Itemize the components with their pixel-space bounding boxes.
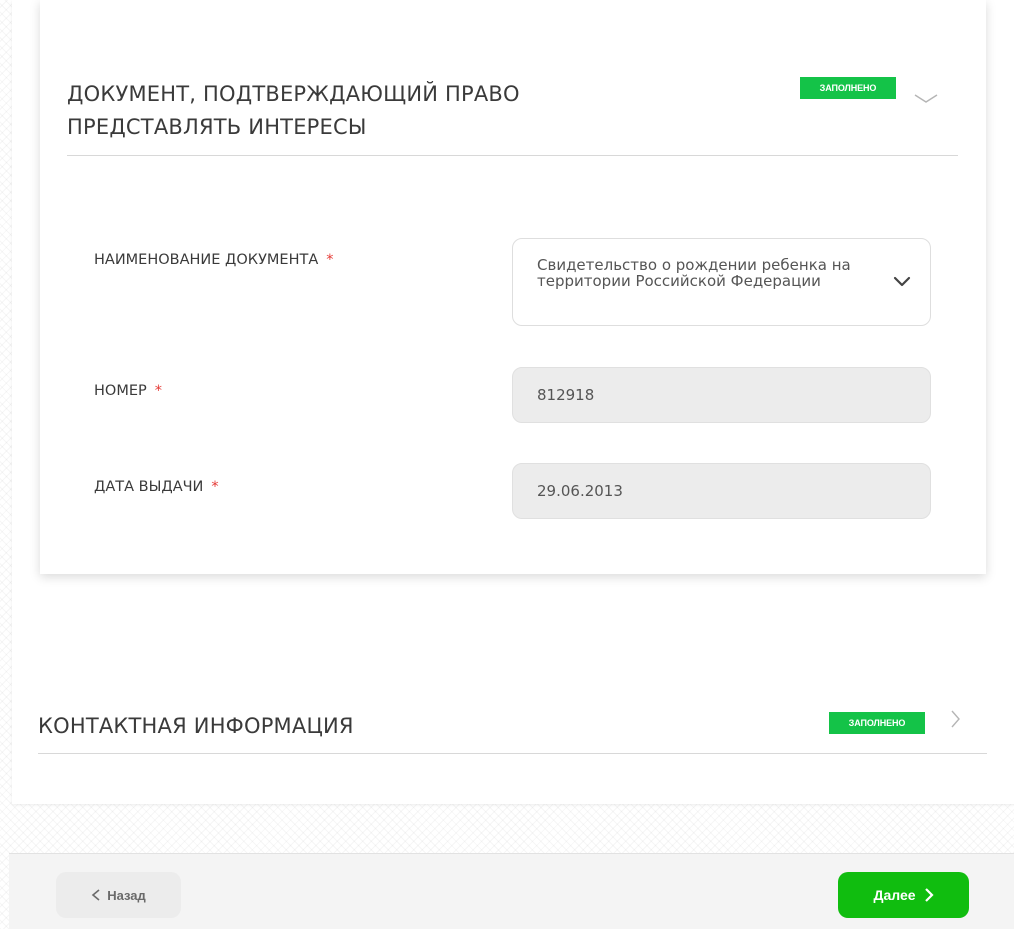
doc-name-select[interactable]: Свидетельство о рождении ребенка на терр…: [512, 238, 931, 326]
issue-date-label: ДАТА ВЫДАЧИ *: [94, 479, 219, 495]
required-mark: *: [326, 252, 334, 268]
number-input[interactable]: 812918: [512, 367, 931, 423]
status-badge-filled: ЗАПОЛНЕНО: [829, 712, 925, 734]
next-button[interactable]: Далее: [838, 872, 969, 918]
section-divider: [38, 753, 987, 754]
chevron-right-icon[interactable]: [948, 708, 962, 730]
section-title-document[interactable]: ДОКУМЕНТ, ПОДТВЕРЖДАЮЩИЙ ПРАВО ПРЕДСТАВЛ…: [67, 78, 627, 144]
section-title-contacts[interactable]: КОНТАКТНАЯ ИНФОРМАЦИЯ: [38, 710, 354, 743]
required-mark: *: [154, 383, 162, 399]
number-label: НОМЕР *: [94, 383, 162, 399]
status-badge-filled: ЗАПОЛНЕНО: [800, 77, 896, 99]
chevron-down-icon: [893, 276, 911, 288]
chevron-right-icon: [924, 888, 934, 902]
required-mark: *: [211, 479, 219, 495]
doc-name-select-value: Свидетельство о рождении ребенка на терр…: [537, 256, 851, 290]
back-button[interactable]: Назад: [56, 872, 181, 918]
chevron-left-icon: [91, 889, 101, 901]
chevron-down-icon[interactable]: [912, 90, 940, 106]
next-button-label: Далее: [873, 887, 916, 903]
section-divider: [67, 155, 958, 156]
issue-date-input[interactable]: 29.06.2013: [512, 463, 931, 519]
back-button-label: Назад: [107, 887, 146, 903]
doc-name-label: НАИМЕНОВАНИЕ ДОКУМЕНТА *: [94, 252, 334, 268]
